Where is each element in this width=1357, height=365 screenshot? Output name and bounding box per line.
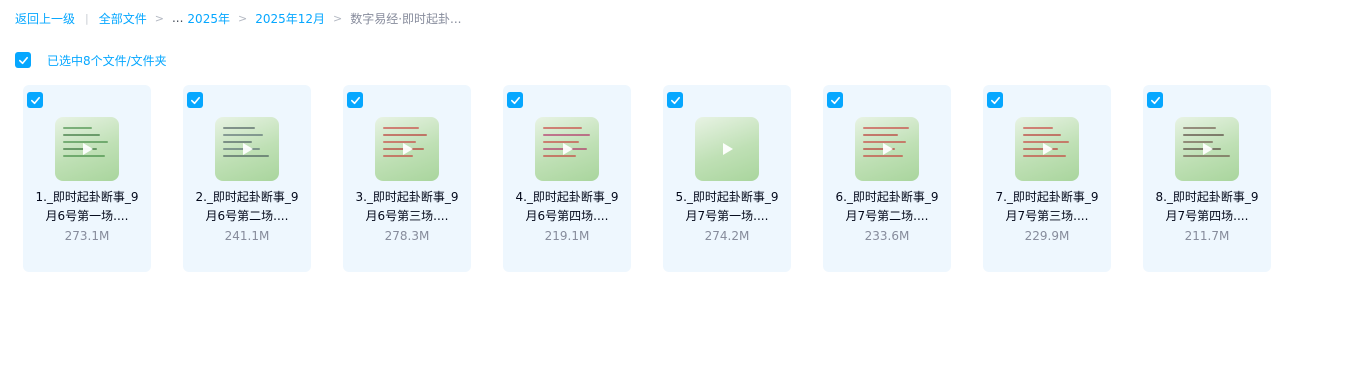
checkmark-icon <box>1150 96 1160 104</box>
file-card[interactable]: 1._即时起卦断事_9月6号第一场.... 273.1M <box>23 85 151 272</box>
checkmark-icon <box>830 96 840 104</box>
selection-count-text: 已选中8个文件/文件夹 <box>47 53 167 68</box>
file-size: 241.1M <box>224 229 270 243</box>
file-size: 233.6M <box>864 229 910 243</box>
thumbnail-line <box>1183 127 1217 129</box>
file-checkbox[interactable] <box>187 92 203 108</box>
thumbnail-line <box>223 134 264 136</box>
thumbnail-line <box>63 127 92 129</box>
checkmark-icon <box>990 96 1000 104</box>
play-icon <box>243 143 253 155</box>
file-size: 211.7M <box>1184 229 1230 243</box>
play-icon <box>883 143 893 155</box>
file-card[interactable]: 7._即时起卦断事_9月7号第三场.... 229.9M <box>983 85 1111 272</box>
file-size: 274.2M <box>704 229 750 243</box>
file-checkbox[interactable] <box>987 92 1003 108</box>
file-name: 4._即时起卦断事_9月6号第四场.... <box>515 190 619 223</box>
video-thumbnail <box>215 117 279 181</box>
file-checkbox[interactable] <box>507 92 523 108</box>
breadcrumb: 返回上一级 | 全部文件 > ... 2025年 > 2025年12月 > 数字… <box>15 9 461 27</box>
file-name: 6._即时起卦断事_9月7号第二场.... <box>835 190 939 223</box>
breadcrumb-2025[interactable]: 2025年 <box>187 10 230 27</box>
thumbnail-line <box>863 134 898 136</box>
play-icon <box>83 143 93 155</box>
selection-bar: 已选中8个文件/文件夹 <box>15 52 167 68</box>
video-thumbnail <box>375 117 439 181</box>
thumbnail-line <box>383 127 419 129</box>
thumbnail-line <box>863 155 903 157</box>
file-grid: 1._即时起卦断事_9月6号第一场.... 273.1M 2._即时起卦断事_9月6… <box>23 85 1303 272</box>
checkmark-icon <box>190 96 200 104</box>
breadcrumb-current: 数字易经·即时起卦... <box>350 11 462 26</box>
video-thumbnail <box>695 117 759 181</box>
file-name: 3._即时起卦断事_9月6号第三场.... <box>355 190 459 223</box>
video-thumbnail <box>1015 117 1079 181</box>
play-icon <box>403 143 413 155</box>
thumbnail-line <box>383 134 427 136</box>
breadcrumb-2025-12[interactable]: 2025年12月 <box>255 10 325 27</box>
video-thumbnail <box>55 117 119 181</box>
file-name: 2._即时起卦断事_9月6号第二场.... <box>195 190 299 223</box>
thumbnail-line <box>543 127 582 129</box>
thumbnail-line <box>1183 155 1230 157</box>
chevron-right-icon: > <box>333 11 343 25</box>
breadcrumb-ellipsis[interactable]: ... <box>172 11 183 25</box>
play-icon <box>1043 143 1053 155</box>
checkmark-icon <box>30 96 40 104</box>
thumbnail-line <box>1023 127 1053 129</box>
video-thumbnail <box>535 117 599 181</box>
thumbnail-line <box>223 148 261 150</box>
thumbnail-line <box>1183 134 1225 136</box>
chevron-right-icon: > <box>237 11 248 25</box>
thumbnail-line <box>543 141 579 143</box>
select-all-checkbox[interactable] <box>15 52 31 68</box>
checkmark-icon <box>18 56 28 64</box>
play-icon <box>1203 143 1213 155</box>
file-size: 278.3M <box>384 229 430 243</box>
file-name: 8._即时起卦断事_9月7号第四场.... <box>1155 190 1259 223</box>
file-size: 273.1M <box>64 229 110 243</box>
thumbnail-line <box>1023 134 1061 136</box>
file-card[interactable]: 8._即时起卦断事_9月7号第四场.... 211.7M <box>1143 85 1271 272</box>
file-checkbox[interactable] <box>347 92 363 108</box>
file-size: 229.9M <box>1024 229 1070 243</box>
file-checkbox[interactable] <box>27 92 43 108</box>
breadcrumb-divider: | <box>85 11 89 25</box>
thumbnail-line <box>543 134 591 136</box>
back-link[interactable]: 返回上一级 <box>15 10 75 27</box>
thumbnail-line <box>383 155 413 157</box>
file-card[interactable]: 3._即时起卦断事_9月6号第三场.... 278.3M <box>343 85 471 272</box>
thumbnail-line <box>223 127 256 129</box>
file-card[interactable]: 4._即时起卦断事_9月6号第四场.... 219.1M <box>503 85 631 272</box>
file-checkbox[interactable] <box>667 92 683 108</box>
thumbnail-line <box>223 155 269 157</box>
file-name: 5._即时起卦断事_9月7号第一场.... <box>675 190 779 223</box>
checkmark-icon <box>670 96 680 104</box>
video-thumbnail <box>1175 117 1239 181</box>
thumbnail-line <box>543 155 577 157</box>
play-icon <box>723 143 733 155</box>
file-checkbox[interactable] <box>827 92 843 108</box>
play-icon <box>563 143 573 155</box>
breadcrumb-all-files[interactable]: 全部文件 <box>99 10 147 27</box>
file-card[interactable]: 6._即时起卦断事_9月7号第二场.... 233.6M <box>823 85 951 272</box>
thumbnail-line <box>863 127 909 129</box>
video-thumbnail <box>855 117 919 181</box>
file-size: 219.1M <box>544 229 590 243</box>
file-name: 1._即时起卦断事_9月6号第一场.... <box>35 190 139 223</box>
thumbnail-line <box>63 134 100 136</box>
chevron-right-icon: > <box>154 11 164 25</box>
checkmark-icon <box>510 96 520 104</box>
file-card[interactable]: 2._即时起卦断事_9月6号第二场.... 241.1M <box>183 85 311 272</box>
file-card[interactable]: 5._即时起卦断事_9月7号第一场.... 274.2M <box>663 85 791 272</box>
thumbnail-line <box>63 155 106 157</box>
file-checkbox[interactable] <box>1147 92 1163 108</box>
checkmark-icon <box>350 96 360 104</box>
thumbnail-line <box>1023 155 1067 157</box>
file-name: 7._即时起卦断事_9月7号第三场.... <box>995 190 1099 223</box>
